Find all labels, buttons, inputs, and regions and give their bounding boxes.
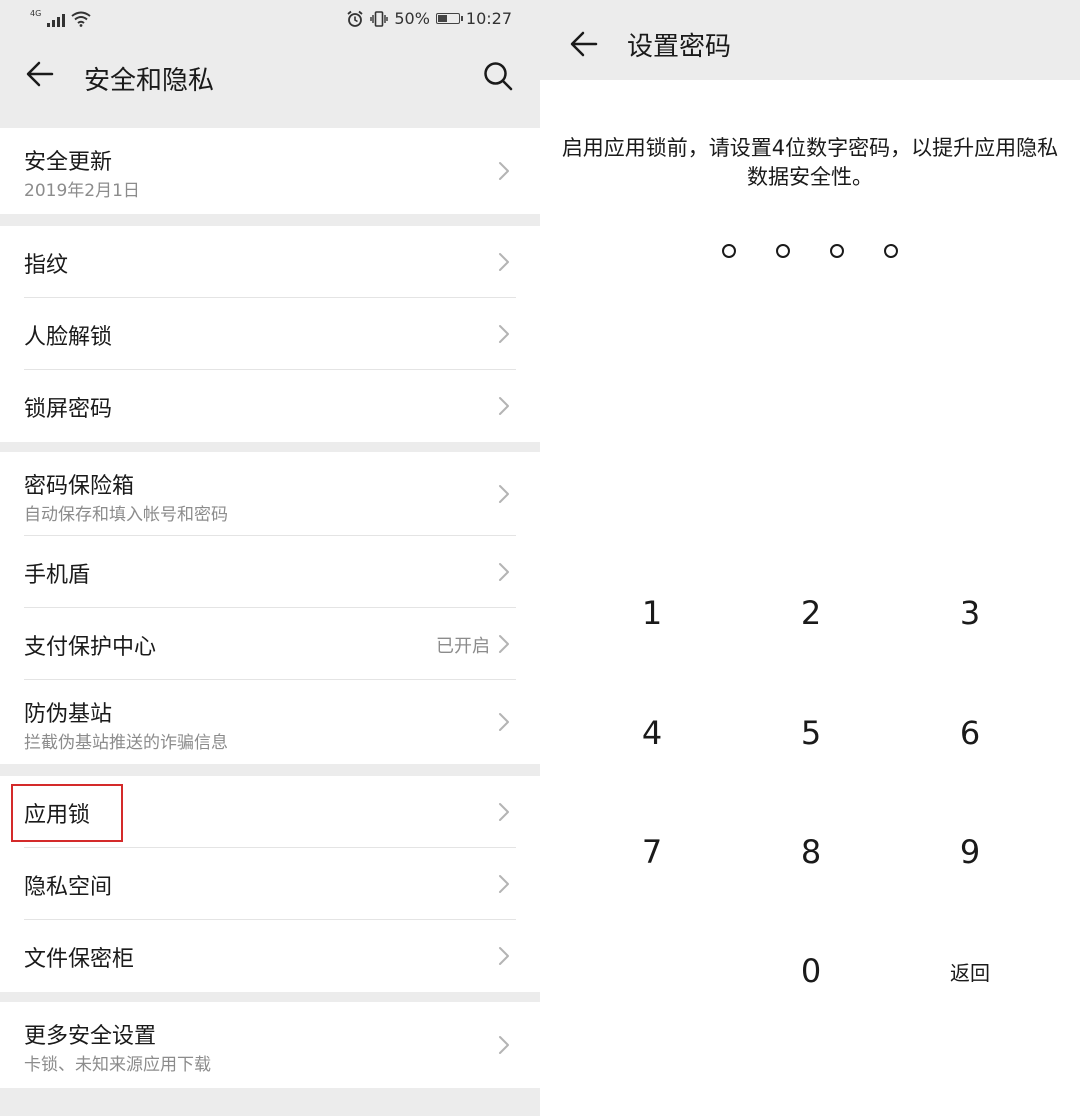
pin-dot	[776, 244, 790, 258]
back-arrow-icon[interactable]	[568, 28, 600, 60]
chevron-right-icon	[499, 485, 509, 503]
settings-group: 应用锁隐私空间文件保密柜	[0, 776, 540, 992]
keypad-key-3[interactable]: 3	[920, 583, 1020, 643]
status-bar: 4G 50% 10:27	[0, 0, 540, 40]
settings-group: 自动保存和填入帐号和密码 密码保险箱手机盾支付保护中心 已开启拦截伪基站推送的诈骗信…	[0, 452, 540, 764]
wifi-icon	[71, 11, 91, 27]
keypad-key-2[interactable]: 2	[761, 583, 861, 643]
set-password-screen: 设置密码 启用应用锁前，请设置4位数字密码，以提升应用隐私数据安全性。 123 4…	[540, 0, 1080, 1116]
settings-item-title: 密码保险箱	[24, 474, 135, 499]
keypad-key-7[interactable]: 7	[602, 822, 702, 882]
status-right: 50% 10:27	[346, 9, 512, 28]
settings-item[interactable]: 卡锁、未知来源应用下载 更多安全设置	[0, 1002, 540, 1088]
chevron-right-icon	[499, 325, 509, 343]
settings-item[interactable]: 2019年2月1日 安全更新	[0, 128, 540, 214]
battery-percent: 50%	[394, 9, 430, 28]
settings-group: 指纹人脸解锁锁屏密码	[0, 226, 540, 442]
pin-dot	[884, 244, 898, 258]
chevron-right-icon	[499, 947, 509, 965]
chevron-right-icon	[499, 253, 509, 271]
settings-item-title: 文件保密柜	[24, 947, 135, 972]
page-title: 安全和隐私	[84, 66, 215, 96]
vibrate-icon	[370, 10, 389, 27]
chevron-right-icon	[499, 162, 509, 180]
search-icon[interactable]	[482, 60, 514, 92]
settings-item-title: 安全更新	[24, 150, 113, 175]
keypad-key-5[interactable]: 5	[761, 703, 861, 763]
clock: 10:27	[465, 9, 512, 28]
chevron-right-icon	[499, 635, 509, 653]
highlight-box	[11, 784, 123, 842]
settings-item-subtitle: 2019年2月1日	[24, 181, 140, 201]
chevron-right-icon	[499, 563, 509, 581]
chevron-right-icon	[499, 803, 509, 821]
settings-item[interactable]: 锁屏密码	[0, 370, 540, 442]
settings-item[interactable]: 支付保护中心 已开启	[0, 608, 540, 680]
settings-item[interactable]: 隐私空间	[0, 848, 540, 920]
settings-group: 卡锁、未知来源应用下载 更多安全设置	[0, 1002, 540, 1088]
chevron-right-icon	[499, 397, 509, 415]
settings-item-title: 指纹	[24, 253, 69, 278]
status-left: 4G	[30, 10, 91, 27]
settings-item-title: 人脸解锁	[24, 325, 113, 350]
settings-item[interactable]: 自动保存和填入帐号和密码 密码保险箱	[0, 452, 540, 536]
battery-icon	[435, 13, 463, 24]
keypad-key-8[interactable]: 8	[761, 822, 861, 882]
keypad-key-1[interactable]: 1	[602, 583, 702, 643]
settings-item-title: 支付保护中心	[24, 635, 157, 660]
keypad-key-4[interactable]: 4	[602, 703, 702, 763]
chevron-right-icon	[499, 875, 509, 893]
chevron-right-icon	[499, 1036, 509, 1054]
settings-item[interactable]: 文件保密柜	[0, 920, 540, 992]
settings-item[interactable]: 手机盾	[0, 536, 540, 608]
settings-group: 2019年2月1日 安全更新	[0, 128, 540, 214]
network-type-label: 4G	[30, 9, 42, 18]
pin-dot	[830, 244, 844, 258]
settings-item-title: 锁屏密码	[24, 397, 113, 422]
security-privacy-screen: 4G 50% 10:27 安全和隐私 2019年2月1日 安全更新 指纹 人脸解…	[0, 0, 540, 1116]
settings-item-title: 手机盾	[24, 563, 91, 588]
keypad-key-9[interactable]: 9	[920, 822, 1020, 882]
page-title: 设置密码	[627, 32, 732, 62]
settings-item-title: 更多安全设置	[24, 1024, 157, 1049]
settings-item[interactable]: 指纹	[0, 226, 540, 298]
settings-item-title: 防伪基站	[24, 702, 113, 727]
chevron-right-icon	[499, 713, 509, 731]
settings-item-subtitle: 卡锁、未知来源应用下载	[24, 1055, 211, 1075]
settings-item-value: 已开启	[436, 636, 490, 657]
alarm-icon	[347, 10, 363, 27]
signal-icon	[47, 14, 66, 27]
app-bar: 安全和隐私	[0, 40, 540, 112]
settings-item-title: 隐私空间	[24, 875, 113, 900]
keypad-key-6[interactable]: 6	[920, 703, 1020, 763]
settings-item[interactable]: 人脸解锁	[0, 298, 540, 370]
keypad-key-0[interactable]: 0	[761, 941, 861, 1001]
settings-item-subtitle: 拦截伪基站推送的诈骗信息	[24, 733, 228, 753]
settings-item[interactable]: 拦截伪基站推送的诈骗信息 防伪基站	[0, 680, 540, 764]
app-bar: 设置密码	[540, 0, 1080, 80]
pin-dot	[722, 244, 736, 258]
password-instruction: 启用应用锁前，请设置4位数字密码，以提升应用隐私数据安全性。	[561, 136, 1059, 189]
keypad-back-button[interactable]: 返回	[920, 941, 1020, 1001]
battery-level	[437, 15, 447, 22]
settings-item-subtitle: 自动保存和填入帐号和密码	[24, 505, 228, 525]
back-arrow-icon[interactable]	[24, 58, 56, 90]
settings-item[interactable]: 应用锁	[0, 776, 540, 848]
